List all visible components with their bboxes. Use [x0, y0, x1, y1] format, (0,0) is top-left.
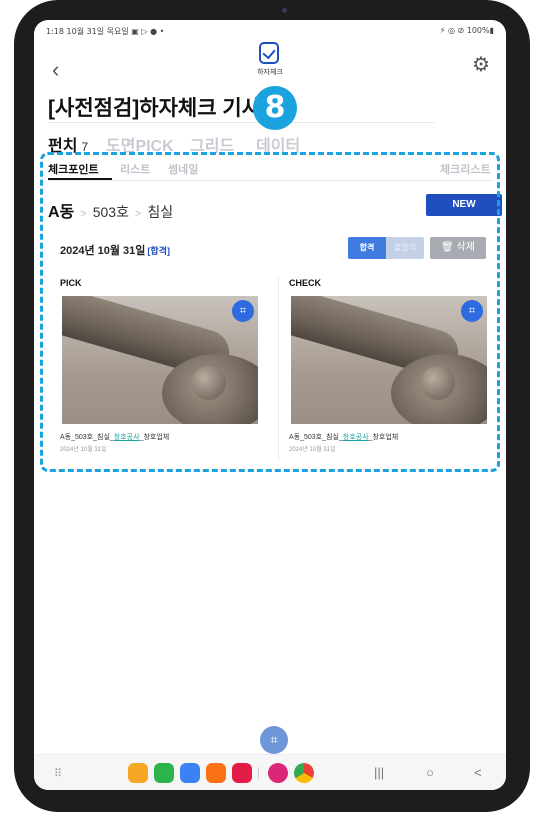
page-title: [사전점검]하자체크 기사 [48, 97, 262, 120]
highlight-frame [40, 152, 500, 472]
phone-app-icon[interactable] [154, 763, 174, 783]
gear-icon: ⚙ [472, 54, 490, 76]
chrome-app-icon[interactable] [294, 763, 314, 783]
flower-app-icon[interactable] [268, 763, 288, 783]
title-divider [48, 122, 434, 123]
back-button[interactable]: ‹ [52, 57, 59, 83]
app-drawer-icon[interactable]: ⠿ [54, 767, 62, 780]
logo-text: 하자체크 [257, 69, 283, 76]
back-nav-button[interactable]: < [474, 765, 482, 780]
floating-action-button[interactable]: ⌗ [260, 726, 288, 754]
system-nav-bar: ⠿ ||| ○ < [34, 754, 506, 790]
dock-separator [258, 767, 259, 779]
messages-app-icon[interactable] [180, 763, 200, 783]
contacts-app-icon[interactable] [206, 763, 226, 783]
front-camera [282, 8, 287, 13]
status-bar: 1:18 10월 31일 목요일 ▣ ▷ ● • ⚡ ◎ ⊘ 100%▮ [34, 20, 506, 40]
status-left: 1:18 10월 31일 목요일 ▣ ▷ ● • [46, 27, 165, 36]
step-badge: 8 [253, 86, 297, 130]
screen: 1:18 10월 31일 목요일 ▣ ▷ ● • ⚡ ◎ ⊘ 100%▮ ‹ 하… [34, 20, 506, 790]
crop-icon: ⌗ [270, 732, 278, 747]
notes-app-icon[interactable] [128, 763, 148, 783]
checklist-logo-icon [259, 42, 279, 64]
chevron-left-icon: ‹ [52, 57, 60, 82]
recent-apps-button[interactable]: ||| [374, 765, 384, 780]
status-right: ⚡ ◎ ⊘ 100%▮ [439, 26, 494, 35]
settings-button[interactable]: ⚙ [472, 52, 490, 77]
home-button[interactable]: ○ [426, 765, 434, 780]
camera-app-icon[interactable] [232, 763, 252, 783]
